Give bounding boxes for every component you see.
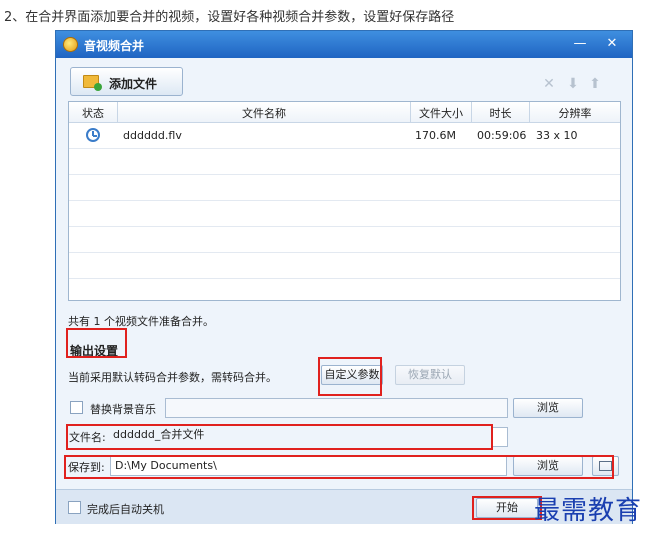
- auto-shutdown-label: 完成后自动关机: [87, 503, 164, 516]
- watermark-logo: 最需教育: [534, 496, 643, 526]
- title-bar[interactable]: 音视频合并 — ✕: [56, 31, 632, 58]
- column-header-filesize[interactable]: 文件大小: [411, 105, 471, 121]
- highlight-filename: [66, 424, 493, 450]
- window-title: 音视频合并: [84, 39, 145, 53]
- file-name: dddddd.flv: [123, 129, 182, 142]
- table-row: [69, 201, 620, 227]
- app-logo-icon: [63, 37, 78, 52]
- column-header-status[interactable]: 状态: [69, 105, 117, 121]
- restore-default-button[interactable]: 恢复默认: [395, 365, 465, 385]
- file-size: 170.6M: [415, 129, 456, 142]
- transcode-note: 当前采用默认转码合并参数，需转码合并。: [68, 371, 277, 384]
- file-table: 状态 文件名称 文件大小 时长 分辨率 dddddd.flv 170.6M 00…: [68, 101, 621, 301]
- minimize-button[interactable]: —: [570, 35, 590, 53]
- highlight-custom-params: [318, 357, 382, 396]
- instruction-caption: 2、在合并界面添加要合并的视频，设置好各种视频合并参数，设置好保存路径: [4, 10, 455, 25]
- auto-shutdown-checkbox[interactable]: [68, 501, 81, 514]
- add-folder-icon: [83, 75, 102, 91]
- browse-music-button[interactable]: 浏览: [513, 398, 583, 418]
- highlight-output-settings: [66, 328, 127, 358]
- table-header: 状态 文件名称 文件大小 时长 分辨率: [69, 102, 620, 123]
- music-path-input[interactable]: [165, 398, 508, 418]
- replace-music-checkbox[interactable]: [70, 401, 83, 414]
- table-row: [69, 175, 620, 201]
- highlight-start: [472, 496, 542, 520]
- video-merge-window: 音视频合并 — ✕ 添加文件 ✕ ⬇ ⬆ 状态 文件名称 文件大小 时长 分辨率…: [55, 30, 633, 524]
- file-count-text: 共有 1 个视频文件准备合并。: [68, 315, 214, 328]
- table-row: [69, 253, 620, 279]
- close-button[interactable]: ✕: [602, 35, 622, 53]
- filename-field-end: [491, 427, 508, 447]
- add-file-label: 添加文件: [109, 77, 158, 91]
- table-row[interactable]: dddddd.flv 170.6M 00:59:06 33 x 10: [69, 123, 620, 149]
- table-row: [69, 149, 620, 175]
- clock-icon: [86, 128, 100, 142]
- add-file-button[interactable]: 添加文件: [70, 67, 183, 96]
- highlight-save-path: [64, 455, 614, 479]
- move-down-icon[interactable]: ⬇: [566, 77, 580, 91]
- column-header-resolution[interactable]: 分辨率: [530, 105, 620, 121]
- column-header-filename[interactable]: 文件名称: [118, 105, 410, 121]
- table-row: [69, 227, 620, 253]
- file-resolution: 33 x 10: [536, 129, 578, 142]
- file-duration: 00:59:06: [477, 129, 527, 142]
- replace-music-label: 替换背景音乐: [90, 403, 156, 416]
- delete-icon[interactable]: ✕: [542, 77, 556, 91]
- column-header-duration[interactable]: 时长: [472, 105, 529, 121]
- move-up-icon[interactable]: ⬆: [588, 77, 602, 91]
